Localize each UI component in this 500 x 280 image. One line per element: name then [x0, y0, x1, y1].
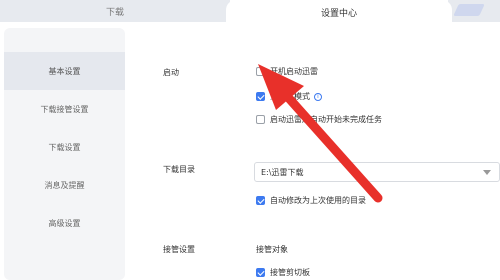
autostart-label: 开机启动迅雷	[270, 67, 318, 76]
new-tab-button[interactable]	[453, 4, 485, 16]
sidebar-item-notifications[interactable]: 消息及提醒	[4, 166, 125, 204]
tab-settings[interactable]: 设置中心	[226, 0, 452, 24]
download-dir-select[interactable]: E:\迅雷下载	[254, 162, 500, 182]
resume-tasks-checkbox[interactable]	[256, 115, 265, 124]
sidebar-item-download-settings[interactable]: 下载设置	[4, 128, 125, 166]
clipboard-takeover-option[interactable]: 接管剪切板	[256, 267, 310, 278]
takeover-target-label: 接管对象	[256, 245, 288, 254]
auto-change-dir-label: 自动修改为上次使用的目录	[270, 196, 366, 205]
takeover-section-label: 接管设置	[163, 245, 195, 254]
no-disturb-label: 免打扰模式	[270, 92, 310, 101]
info-icon[interactable]: i	[314, 92, 322, 101]
tab-bar: 下载 设置中心	[0, 0, 500, 24]
no-disturb-checkbox[interactable]	[256, 92, 265, 101]
no-disturb-option[interactable]: 免打扰模式 i	[256, 91, 322, 102]
clipboard-takeover-checkbox[interactable]	[256, 268, 265, 277]
autostart-option[interactable]: 开机启动迅雷	[256, 66, 318, 77]
sidebar-item-advanced[interactable]: 高级设置	[4, 204, 125, 242]
clipboard-takeover-label: 接管剪切板	[270, 268, 310, 277]
auto-change-dir-option[interactable]: 自动修改为上次使用的目录	[256, 195, 366, 206]
resume-tasks-label: 启动迅雷后自动开始未完成任务	[270, 115, 382, 124]
auto-change-dir-checkbox[interactable]	[256, 196, 265, 205]
sidebar-item-basic-settings[interactable]: 基本设置	[4, 52, 125, 90]
tab-download[interactable]: 下载	[0, 0, 230, 22]
download-dir-path: E:\迅雷下载	[261, 167, 304, 177]
settings-sidebar: 基本设置 下载接管设置 下载设置 消息及提醒 高级设置	[4, 28, 125, 280]
startup-section-label: 启动	[163, 68, 179, 77]
sidebar-item-download-takeover[interactable]: 下载接管设置	[4, 90, 125, 128]
chevron-down-icon[interactable]	[483, 170, 491, 175]
autostart-checkbox[interactable]	[256, 67, 265, 76]
download-dir-section-label: 下载目录	[163, 165, 195, 174]
resume-tasks-option[interactable]: 启动迅雷后自动开始未完成任务	[256, 114, 382, 125]
